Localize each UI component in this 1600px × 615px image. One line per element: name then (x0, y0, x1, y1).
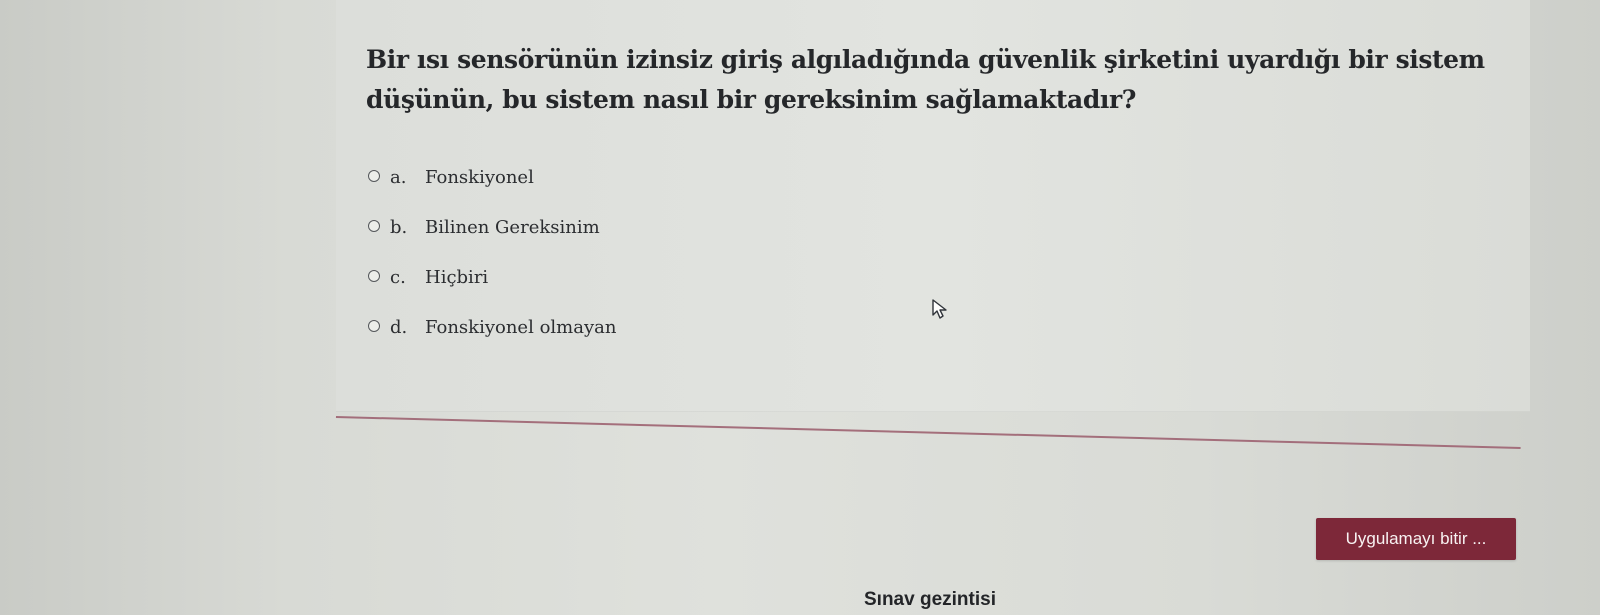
quiz-navigation-title: Sınav gezintisi (864, 589, 996, 610)
answer-letter: c. (390, 266, 406, 288)
answer-letter: a. (390, 166, 407, 188)
radio-button-icon[interactable] (368, 219, 380, 232)
question-panel: Bir ısı sensörünün izinsiz giriş algılad… (336, 0, 1530, 412)
answer-options: a. Fonskiyonel b. Bilinen Gereksinim c. … (368, 152, 868, 352)
radio-button-icon[interactable] (368, 169, 380, 182)
answer-option-a[interactable]: a. Fonskiyonel (368, 152, 868, 202)
section-divider (335, 416, 1521, 450)
answer-label[interactable]: Hiçbiri (425, 267, 488, 288)
answer-option-c[interactable]: c. Hiçbiri (368, 252, 868, 302)
answer-label[interactable]: Fonskiyonel olmayan (425, 317, 616, 338)
answer-option-d[interactable]: d. Fonskiyonel olmayan (368, 302, 868, 352)
question-text: Bir ısı sensörünün izinsiz giriş algılad… (366, 45, 1485, 114)
finish-attempt-button[interactable]: Uygulamayı bitir ... (1316, 518, 1516, 560)
answer-letter: d. (390, 316, 408, 338)
radio-button-icon[interactable] (368, 269, 380, 282)
answer-letter: b. (390, 216, 408, 238)
radio-button-icon[interactable] (368, 319, 380, 332)
answer-label[interactable]: Fonskiyonel (425, 167, 534, 188)
answer-label[interactable]: Bilinen Gereksinim (425, 217, 600, 238)
mouse-cursor-icon (932, 299, 947, 319)
answer-option-b[interactable]: b. Bilinen Gereksinim (368, 202, 868, 252)
